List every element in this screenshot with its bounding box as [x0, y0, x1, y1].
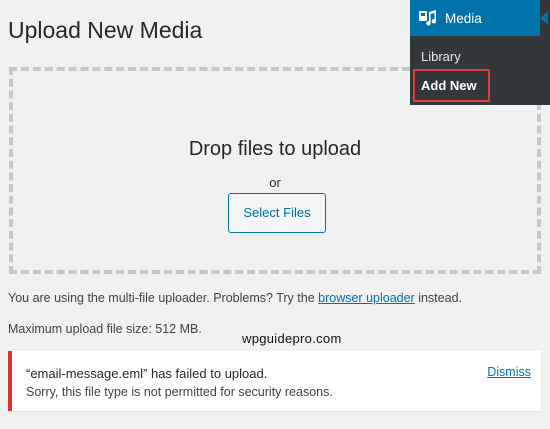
browser-uploader-link[interactable]: browser uploader [318, 291, 415, 305]
uploader-info-suffix: instead. [414, 291, 462, 305]
upload-error-notice: “email-message.eml” has failed to upload… [8, 351, 541, 411]
select-files-button[interactable]: Select Files [228, 193, 326, 233]
admin-menu-flyout: Media Library Add New [410, 0, 550, 105]
menu-media[interactable]: Media [410, 0, 540, 36]
max-upload-size: Maximum upload file size: 512 MB. [8, 322, 202, 336]
uploader-info: You are using the multi-file uploader. P… [8, 291, 462, 305]
page-title: Upload New Media [8, 17, 203, 43]
watermark: wpguidepro.com [242, 331, 342, 346]
upload-media-page: Upload New Media Drop files to upload or… [0, 0, 550, 429]
media-icon [418, 8, 438, 28]
notice-title: “email-message.eml” has failed to upload… [26, 366, 268, 381]
drop-zone-or: or [269, 175, 281, 190]
menu-current-arrow [540, 11, 548, 25]
drop-zone-title: Drop files to upload [188, 138, 362, 160]
uploader-info-prefix: You are using the multi-file uploader. P… [8, 291, 319, 305]
menu-media-label: Media [445, 10, 482, 26]
dismiss-link[interactable]: Dismiss [487, 365, 531, 379]
notice-message: Sorry, this file type is not permitted f… [26, 385, 333, 399]
menu-item-add-new[interactable]: Add New [413, 69, 490, 102]
menu-item-library[interactable]: Library [421, 49, 461, 64]
